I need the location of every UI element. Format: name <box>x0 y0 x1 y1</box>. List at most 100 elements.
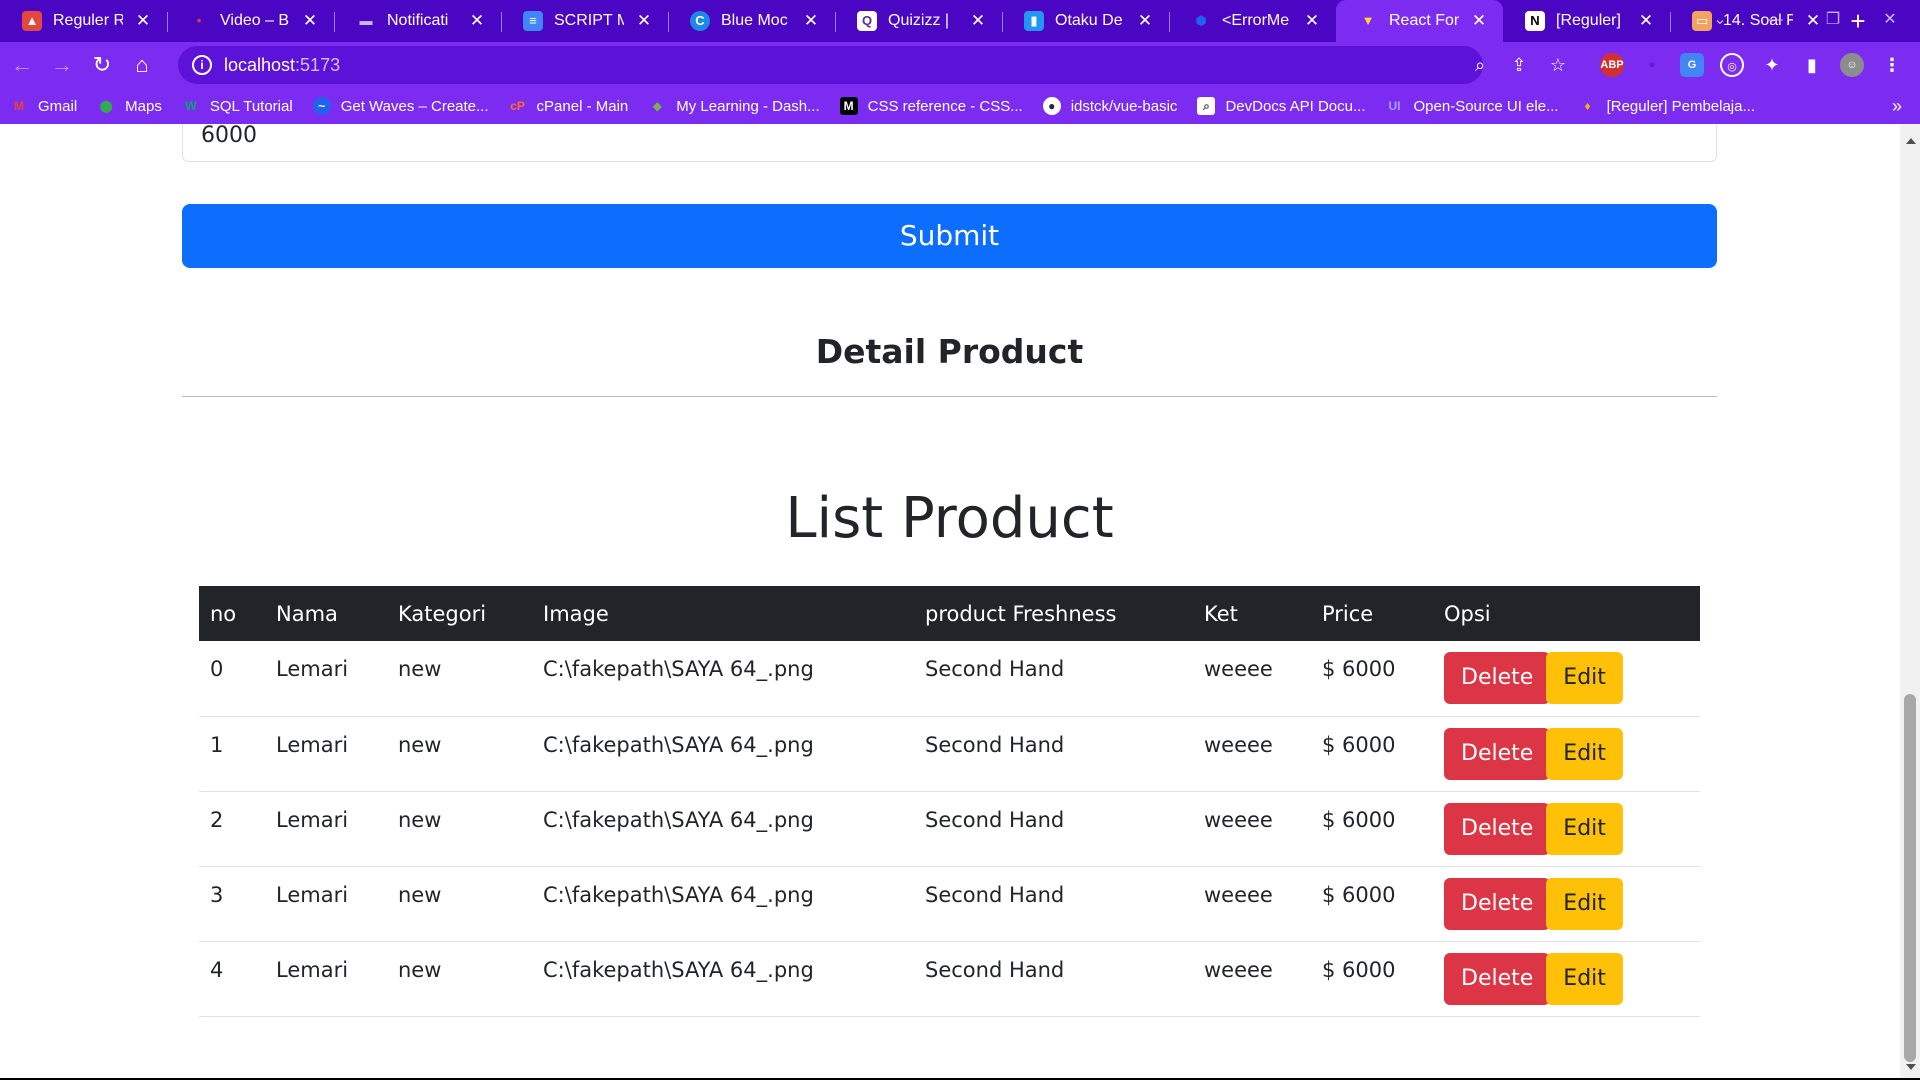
edit-button[interactable]: Edit <box>1546 727 1623 780</box>
browser-tab[interactable]: ▬ Notificati ✕ <box>334 0 501 42</box>
extensions-puzzle-icon[interactable]: ✦ <box>1760 53 1784 77</box>
browser-tab[interactable]: Q Quizizz | ✕ <box>835 0 1002 42</box>
table-row: 3 Lemari new C:\fakepath\SAYA 64_.png Se… <box>199 857 1700 942</box>
browser-tab[interactable]: N [Reguler] ✕ <box>1503 0 1670 42</box>
close-tab-icon[interactable]: ✕ <box>801 11 821 31</box>
tab-title: SCRIPT M <box>554 12 624 29</box>
profile-avatar[interactable]: ☺ <box>1840 53 1864 77</box>
tab-title: Reguler R <box>53 12 123 29</box>
browser-tab[interactable]: • Video – B ✕ <box>167 0 334 42</box>
page-scrollbar[interactable] <box>1900 124 1920 1078</box>
share-icon[interactable]: ⇪ <box>1508 55 1530 76</box>
vite-icon: ▼ <box>1361 13 1375 28</box>
cell-opsi: Delete Edit <box>1433 791 1700 867</box>
browser-tab[interactable]: C Blue Moc ✕ <box>668 0 835 42</box>
submit-button[interactable]: Submit <box>182 204 1717 268</box>
side-panel-icon[interactable]: ▮ <box>1800 53 1824 77</box>
bookmark-item[interactable]: ~ Get Waves – Create... <box>312 97 489 115</box>
cell-ket: weeee <box>1193 632 1311 708</box>
zoom-icon[interactable]: ⌕ <box>1469 55 1491 76</box>
scroll-down-icon[interactable] <box>1906 1064 1916 1070</box>
bookmark-item[interactable]: ♦ [Reguler] Pembelaja... <box>1579 97 1755 115</box>
bookmark-item[interactable]: M CSS reference - CSS... <box>839 97 1023 115</box>
close-tab-icon[interactable]: ✕ <box>1135 11 1155 31</box>
bookmark-item[interactable]: cP cPanel - Main <box>509 97 628 115</box>
tab-title: React For <box>1389 12 1459 29</box>
close-tab-icon[interactable]: ✕ <box>300 11 320 31</box>
restore-button[interactable]: ❐ <box>1803 0 1863 42</box>
forward-button[interactable]: → <box>44 47 80 83</box>
cell-price: $ 6000 <box>1311 707 1433 783</box>
cell-nama: Lemari <box>265 707 387 783</box>
back-button[interactable]: ← <box>4 47 40 83</box>
flame-icon: ▲ <box>22 11 42 31</box>
extension-dark-icon[interactable]: ● <box>1640 53 1664 77</box>
delete-button[interactable]: Delete <box>1444 877 1551 930</box>
close-tab-icon[interactable]: ✕ <box>634 11 654 31</box>
mdn-icon: M <box>839 97 858 115</box>
delete-button[interactable]: Delete <box>1444 652 1551 705</box>
address-bar[interactable]: i localhost:5173 ⌕ ⇪ ☆ <box>178 46 1566 84</box>
bookmark-star-icon[interactable]: ☆ <box>1547 55 1569 76</box>
cell-freshness: Second Hand <box>914 632 1193 708</box>
cell-price: $ 6000 <box>1311 932 1433 1008</box>
bookmark-item[interactable]: ◆ My Learning - Dash... <box>648 97 820 115</box>
bookmark-item[interactable]: ⌕ DevDocs API Docu... <box>1197 97 1366 115</box>
site-info-icon[interactable]: i <box>192 55 212 75</box>
adblock-label: ABP <box>1600 59 1624 71</box>
delete-button[interactable]: Delete <box>1444 802 1551 855</box>
browser-tab[interactable]: ▮ Otaku De ✕ <box>1002 0 1169 42</box>
cell-ket: weeee <box>1193 707 1311 783</box>
delete-button[interactable]: Delete <box>1444 952 1551 1005</box>
minimize-button[interactable]: — <box>1745 0 1805 42</box>
price-input[interactable]: 6000 <box>182 124 1717 162</box>
table-row: 0 Lemari new C:\fakepath\SAYA 64_.png Se… <box>199 632 1700 717</box>
adblock-icon[interactable]: ABP <box>1600 53 1624 77</box>
target-extension-icon[interactable]: ◎ <box>1720 53 1744 77</box>
bookmarks-overflow-icon[interactable]: » <box>1892 96 1902 117</box>
bookmark-item[interactable]: M Gmail <box>10 97 77 115</box>
bookmark-label: Get Waves – Create... <box>340 97 489 115</box>
notification-icon: ▬ <box>359 13 373 28</box>
close-tab-icon[interactable]: ✕ <box>467 11 487 31</box>
cell-opsi: Delete Edit <box>1433 641 1700 717</box>
bookmark-item[interactable]: UI Open-Source UI ele... <box>1386 97 1559 115</box>
close-tab-icon[interactable]: ✕ <box>1302 11 1322 31</box>
bookmark-label: Open-Source UI ele... <box>1413 97 1559 115</box>
browser-menu-icon[interactable]: ⋮ <box>1880 53 1904 77</box>
browser-tab[interactable]: ▲ Reguler R ✕ <box>0 0 167 42</box>
cell-image: C:\fakepath\SAYA 64_.png <box>532 782 914 858</box>
home-button[interactable]: ⌂ <box>124 47 160 83</box>
close-tab-icon[interactable]: ✕ <box>1469 11 1489 31</box>
scroll-up-icon[interactable] <box>1906 138 1916 144</box>
bookmark-label: Gmail <box>38 97 78 115</box>
browser-tab-active[interactable]: ▼ React For ✕ <box>1336 0 1503 42</box>
maps-icon: ⬤ <box>99 99 113 113</box>
reload-button[interactable]: ↻ <box>84 47 120 83</box>
tab-search-icon[interactable]: ⌄ <box>1690 0 1750 42</box>
edit-button[interactable]: Edit <box>1546 802 1623 855</box>
edit-button[interactable]: Edit <box>1546 877 1623 930</box>
tab-title: <ErrorMe <box>1222 12 1290 29</box>
edit-button[interactable]: Edit <box>1546 652 1623 705</box>
cell-kategori: new <box>387 932 532 1008</box>
ui-icon: UI <box>1388 99 1401 113</box>
bookmark-item[interactable]: ⬤ Maps <box>97 97 161 115</box>
bookmark-item[interactable]: W SQL Tutorial <box>182 97 293 115</box>
cell-no: 4 <box>199 932 265 1008</box>
close-window-button[interactable]: ✕ <box>1860 0 1920 42</box>
close-tab-icon[interactable]: ✕ <box>968 11 988 31</box>
translate-icon[interactable]: G <box>1680 53 1704 77</box>
bookmark-label: CSS reference - CSS... <box>867 97 1023 115</box>
cell-no: 2 <box>199 782 265 858</box>
bookmark-item[interactable]: ● idstck/vue-basic <box>1042 97 1177 115</box>
browser-tab[interactable]: ⬢ <ErrorMe ✕ <box>1169 0 1336 42</box>
browser-tab[interactable]: ≡ SCRIPT M ✕ <box>501 0 668 42</box>
cell-image: C:\fakepath\SAYA 64_.png <box>532 707 914 783</box>
close-tab-icon[interactable]: ✕ <box>1636 11 1656 31</box>
close-tab-icon[interactable]: ✕ <box>133 11 153 31</box>
cell-nama: Lemari <box>265 857 387 933</box>
delete-button[interactable]: Delete <box>1444 727 1551 780</box>
scroll-thumb[interactable] <box>1904 694 1916 1062</box>
edit-button[interactable]: Edit <box>1546 952 1623 1005</box>
